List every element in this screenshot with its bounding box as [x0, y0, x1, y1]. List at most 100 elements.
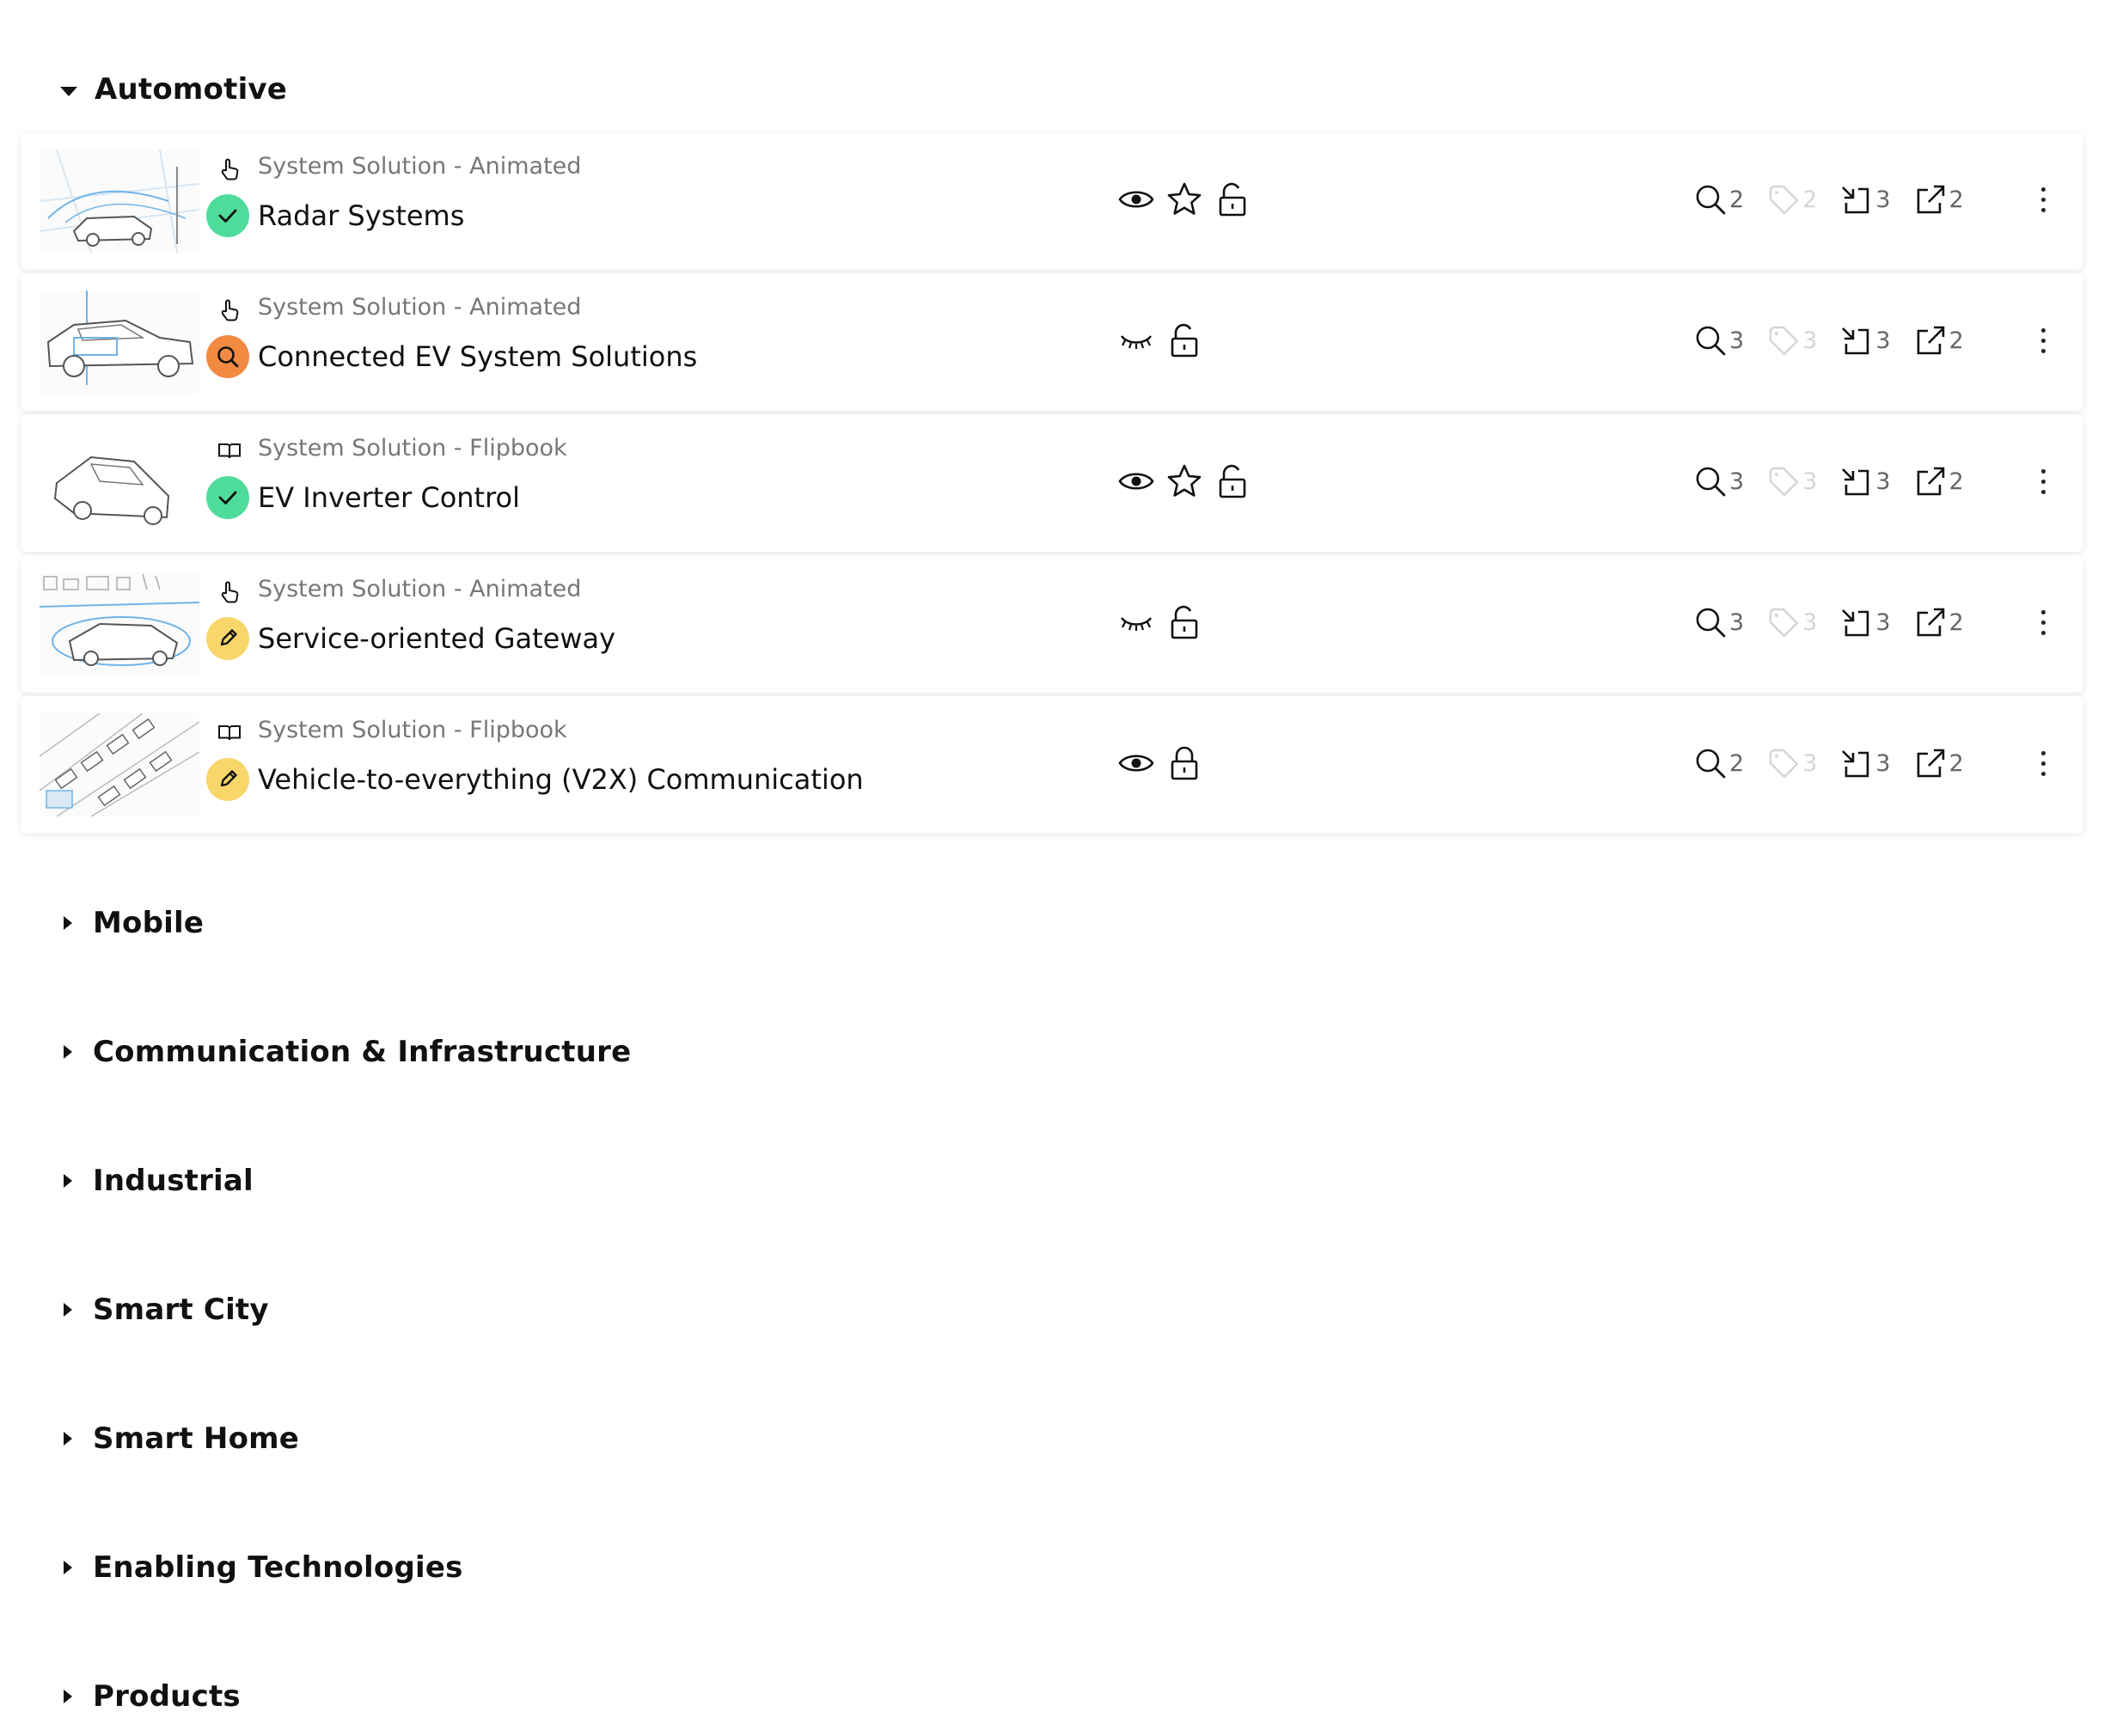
more-options-icon[interactable]: [2030, 318, 2056, 363]
export-icon: [1913, 323, 1948, 358]
category-title: Smart Home: [93, 1421, 300, 1456]
more-options-icon[interactable]: [2030, 177, 2056, 222]
thumbnail-image: [40, 431, 199, 535]
item-type: System Solution - Flipbook: [258, 717, 567, 743]
search-icon: [1693, 182, 1728, 217]
category-title: Communication & Infrastructure: [93, 1035, 632, 1069]
tag-count[interactable]: 3: [1766, 323, 1817, 358]
caret-right-icon: [64, 916, 72, 930]
search-count[interactable]: 2: [1693, 746, 1744, 780]
category-title: Industrial: [93, 1164, 254, 1198]
export-icon: [1913, 182, 1948, 217]
search-count[interactable]: 3: [1693, 464, 1744, 498]
import-count[interactable]: 3: [1839, 605, 1891, 639]
export-icon: [1913, 464, 1948, 498]
thumbnail-image: [40, 572, 199, 675]
tag-count[interactable]: 3: [1766, 464, 1817, 498]
import-count[interactable]: 3: [1839, 182, 1891, 217]
status-badge: [206, 335, 249, 378]
import-icon: [1839, 182, 1874, 217]
category-automotive[interactable]: Automotive: [60, 64, 287, 115]
item-title[interactable]: Service-oriented Gateway: [258, 622, 615, 655]
eye-icon[interactable]: [1117, 462, 1155, 500]
import-icon: [1839, 323, 1874, 358]
search-icon: [1693, 746, 1728, 780]
eye-icon[interactable]: [1117, 744, 1155, 782]
item-title[interactable]: Radar Systems: [258, 199, 464, 232]
category-smart-home[interactable]: Smart Home: [60, 1413, 299, 1464]
caret-right-icon: [64, 1561, 72, 1574]
item-type: System Solution - Animated: [258, 294, 582, 321]
star-icon[interactable]: [1165, 180, 1203, 218]
hand-pointer-icon: [217, 156, 242, 182]
import-count[interactable]: 3: [1839, 323, 1891, 358]
export-count[interactable]: 2: [1913, 323, 1964, 358]
star-icon[interactable]: [1165, 462, 1203, 500]
status-badge: [206, 758, 249, 801]
more-options-icon[interactable]: [2030, 600, 2056, 645]
more-options-icon[interactable]: [2030, 741, 2056, 785]
category-title: Enabling Technologies: [93, 1550, 463, 1585]
export-count[interactable]: 2: [1913, 182, 1964, 217]
more-options-icon[interactable]: [2030, 459, 2056, 504]
tag-icon: [1766, 605, 1801, 639]
caret-down-icon: [60, 86, 77, 96]
search-count[interactable]: 3: [1693, 323, 1744, 358]
check-icon: [215, 203, 241, 229]
category-products[interactable]: Products: [60, 1671, 241, 1722]
lock-icon[interactable]: [1165, 744, 1203, 782]
tag-count[interactable]: 3: [1766, 746, 1817, 780]
unlock-icon[interactable]: [1165, 321, 1203, 359]
list-item[interactable]: System Solution - Flipbook Vehicle-to-ev…: [21, 696, 2083, 834]
item-title[interactable]: Vehicle-to-everything (V2X) Communicatio…: [258, 763, 864, 796]
import-count[interactable]: 3: [1839, 746, 1891, 780]
caret-right-icon: [64, 1045, 72, 1059]
import-count[interactable]: 3: [1839, 464, 1891, 498]
caret-right-icon: [64, 1303, 72, 1317]
item-type: System Solution - Animated: [258, 153, 582, 180]
item-title[interactable]: EV Inverter Control: [258, 481, 520, 514]
list-item[interactable]: System Solution - Animated Connected EV …: [21, 273, 2083, 411]
unlock-icon[interactable]: [1214, 180, 1251, 218]
thumbnail-image: [40, 713, 199, 816]
book-icon: [217, 720, 242, 746]
category-communication-infrastructure[interactable]: Communication & Infrastructure: [60, 1026, 631, 1078]
pencil-icon: [215, 626, 241, 651]
export-count[interactable]: 2: [1913, 605, 1964, 639]
eye-closed-icon[interactable]: [1117, 603, 1155, 641]
item-type: System Solution - Animated: [258, 576, 582, 602]
search-icon: [1693, 323, 1728, 358]
export-count[interactable]: 2: [1913, 464, 1964, 498]
search-count[interactable]: 2: [1693, 182, 1744, 217]
search-icon: [1693, 605, 1728, 639]
unlock-icon[interactable]: [1165, 603, 1203, 641]
tag-count[interactable]: 3: [1766, 605, 1817, 639]
eye-closed-icon[interactable]: [1117, 321, 1155, 359]
search-icon: [1693, 464, 1728, 498]
search-icon: [215, 344, 241, 370]
category-smart-city[interactable]: Smart City: [60, 1284, 269, 1336]
category-title: Mobile: [93, 906, 205, 940]
tag-count[interactable]: 2: [1766, 182, 1817, 217]
thumbnail-image: [40, 150, 199, 253]
export-count[interactable]: 2: [1913, 746, 1964, 780]
caret-right-icon: [64, 1174, 72, 1188]
status-badge: [206, 476, 249, 519]
category-mobile[interactable]: Mobile: [60, 897, 204, 949]
category-industrial[interactable]: Industrial: [60, 1155, 254, 1207]
category-enabling-technologies[interactable]: Enabling Technologies: [60, 1542, 463, 1593]
list-item[interactable]: System Solution - Animated Radar Systems…: [21, 132, 2083, 270]
unlock-icon[interactable]: [1214, 462, 1251, 500]
pencil-icon: [215, 767, 241, 792]
caret-right-icon: [64, 1432, 72, 1446]
search-count[interactable]: 3: [1693, 605, 1744, 639]
item-title[interactable]: Connected EV System Solutions: [258, 340, 697, 373]
list-item[interactable]: System Solution - Animated Service-orien…: [21, 555, 2083, 693]
import-icon: [1839, 605, 1874, 639]
check-icon: [215, 485, 241, 510]
list-item[interactable]: System Solution - Flipbook EV Inverter C…: [21, 414, 2083, 552]
category-title: Automotive: [95, 72, 288, 107]
thumbnail-image: [40, 290, 199, 394]
eye-icon[interactable]: [1117, 180, 1155, 218]
import-icon: [1839, 464, 1874, 498]
